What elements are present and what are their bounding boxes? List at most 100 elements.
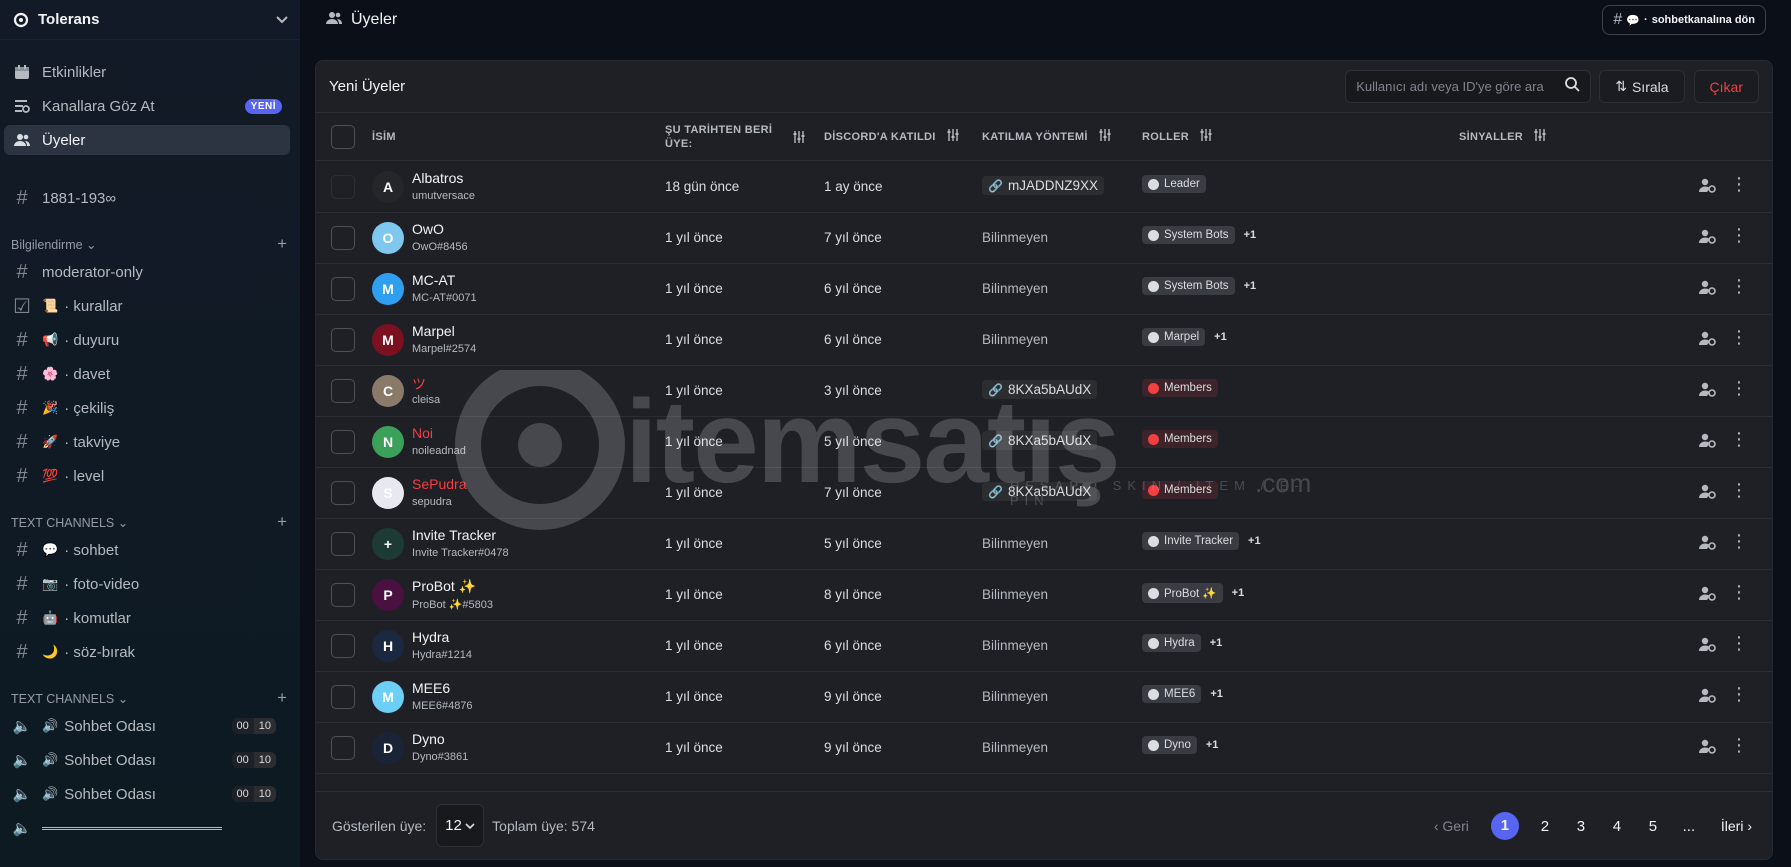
row-checkbox[interactable] [331,175,355,199]
member-name[interactable]: ProBot ✨ [412,578,476,595]
table-row[interactable]: M Marpel Marpel#2574 1 yıl önce 6 yıl önce Bi… [316,315,1772,366]
avatar[interactable]: M [372,681,404,713]
per-page-select[interactable]: 12 [436,804,485,847]
role-chip[interactable]: Members [1142,430,1218,448]
add-channel-icon[interactable]: + [277,234,287,254]
member-name[interactable]: MC-AT [412,272,455,288]
filter-icon[interactable] [946,128,960,145]
add-channel-icon[interactable]: + [277,688,287,708]
server-header[interactable]: Tolerans [0,0,300,40]
table-row[interactable]: N Noi noileadnad 1 yıl önce 5 yıl önce 🔗 8KXa5… [316,417,1772,468]
role-extra-count[interactable]: +1 [1232,587,1245,599]
table-row[interactable]: + Invite Tracker Invite Tracker#0478 1 yıl … [316,519,1772,570]
row-checkbox[interactable] [331,634,355,658]
role-chip[interactable]: System Bots [1142,226,1235,244]
role-extra-count[interactable]: +1 [1206,739,1219,751]
invite-code[interactable]: 🔗 mJADDNZ9XX [982,176,1104,195]
more-options-icon[interactable]: ⋮ [1730,430,1748,448]
filter-icon[interactable] [1533,128,1547,145]
row-checkbox[interactable] [331,277,355,301]
nav-item-browse-channels[interactable]: Kanallara Göz At YENİ [4,91,290,121]
channel-item[interactable]: # moderator-only [4,257,290,287]
member-name[interactable]: ツ [412,374,426,394]
page-button[interactable]: 1 [1490,812,1519,840]
role-chip[interactable]: Leader [1142,175,1206,193]
table-row[interactable]: O OwO OwO#8456 1 yıl önce 7 yıl önce Bilinmey… [316,213,1772,264]
role-chip[interactable]: Hydra [1142,634,1201,652]
role-chip[interactable]: Invite Tracker [1142,532,1240,550]
more-options-icon[interactable]: ⋮ [1730,583,1748,601]
avatar[interactable]: M [372,324,404,356]
channel-pinned[interactable]: # 1881-193∞ [4,183,290,213]
view-profile-icon[interactable] [1698,177,1716,198]
view-profile-icon[interactable] [1698,228,1716,249]
page-button[interactable]: 5 [1643,818,1663,835]
page-button[interactable]: 4 [1607,818,1627,835]
avatar[interactable]: + [372,528,404,560]
view-profile-icon[interactable] [1698,585,1716,606]
page-button[interactable]: 2 [1535,818,1555,835]
col-join-method[interactable]: KATILMA YÖNTEMİ [982,128,1112,145]
row-checkbox[interactable] [331,481,355,505]
avatar[interactable]: P [372,579,404,611]
more-options-icon[interactable]: ⋮ [1730,226,1748,244]
more-options-icon[interactable]: ⋮ [1730,736,1748,754]
role-extra-count[interactable]: +1 [1244,229,1257,241]
role-chip[interactable]: Dyno [1142,736,1197,754]
avatar[interactable]: C [372,375,404,407]
invite-code[interactable]: 🔗 8KXa5bAUdX [982,431,1098,450]
voice-channel-item[interactable]: 🔈 🔊 Sohbet Odası 00 10 [4,711,290,741]
role-extra-count[interactable]: +1 [1210,688,1223,700]
more-options-icon[interactable]: ⋮ [1730,379,1748,397]
view-profile-icon[interactable] [1698,636,1716,657]
row-checkbox[interactable] [331,685,355,709]
channel-item[interactable]: # 🌸 · davet [4,359,290,389]
channel-item[interactable]: # 💯 · level [4,461,290,491]
table-row[interactable]: H Hydra Hydra#1214 1 yıl önce 6 yıl önce Bili… [316,621,1772,672]
channel-item[interactable]: # 🚀 · takviye [4,427,290,457]
member-name[interactable]: Albatros [412,170,463,186]
page-button[interactable]: 3 [1571,818,1591,835]
member-name[interactable]: SePudra [412,476,466,492]
select-all-checkbox[interactable] [331,125,355,149]
kick-button[interactable]: Çıkar [1693,70,1759,103]
category-header[interactable]: TEXT CHANNELS ⌄ + [11,512,291,531]
col-roles[interactable]: ROLLER [1142,128,1213,145]
channel-item[interactable]: # 🤖 · komutlar [4,603,290,633]
col-signals[interactable]: SİNYALLER [1459,128,1547,145]
row-checkbox[interactable] [331,532,355,556]
channel-item[interactable]: ☑ 📜 · kurallar [4,291,290,321]
role-extra-count[interactable]: +1 [1214,331,1227,343]
member-name[interactable]: Dyno [412,731,445,747]
member-name[interactable]: Hydra [412,629,449,645]
table-row[interactable]: C ツ cleisa 1 yıl önce 3 yıl önce 🔗 8KXa5bAUdX M… [316,366,1772,417]
voice-channel-item[interactable]: 🔈 [4,813,290,843]
role-chip[interactable]: Marpel [1142,328,1206,346]
row-checkbox[interactable] [331,583,355,607]
view-profile-icon[interactable] [1698,330,1716,351]
avatar[interactable]: H [372,630,404,662]
invite-code[interactable]: 🔗 8KXa5bAUdX [982,380,1098,399]
chevron-down-icon[interactable] [276,13,288,27]
table-row[interactable]: M MC-AT MC-AT#0071 1 yıl önce 6 yıl önce Bili… [316,264,1772,315]
channel-item[interactable]: # 🎉 · çekiliş [4,393,290,423]
table-row[interactable]: S SePudra sepudra 1 yıl önce 7 yıl önce 🔗 8KXa… [316,468,1772,519]
view-profile-icon[interactable] [1698,432,1716,453]
back-to-chat-button[interactable]: # 💬 · sohbetkanalına dön [1602,5,1766,35]
category-header[interactable]: TEXT CHANNELS ⌄ + [11,688,291,708]
more-options-icon[interactable]: ⋮ [1730,277,1748,295]
row-checkbox[interactable] [331,379,355,403]
col-member-since[interactable]: ŞU TARİHTEN BERİ ÜYE: [665,123,772,151]
col-name[interactable]: İSİM [372,131,396,143]
filter-icon[interactable] [1098,128,1112,145]
col-joined-discord[interactable]: DİSCORD'A KATILDI [824,128,960,145]
avatar[interactable]: S [372,477,404,509]
category-header[interactable]: Bilgilendirme ⌄ + [11,234,291,254]
search-input[interactable] [1356,79,1565,94]
search-box[interactable] [1345,70,1592,103]
more-options-icon[interactable]: ⋮ [1730,685,1748,703]
role-extra-count[interactable]: +1 [1248,535,1261,547]
filter-icon[interactable] [1199,128,1213,145]
filter-icon[interactable] [792,130,806,144]
prev-page-button[interactable]: ‹ Geri [1434,818,1469,834]
